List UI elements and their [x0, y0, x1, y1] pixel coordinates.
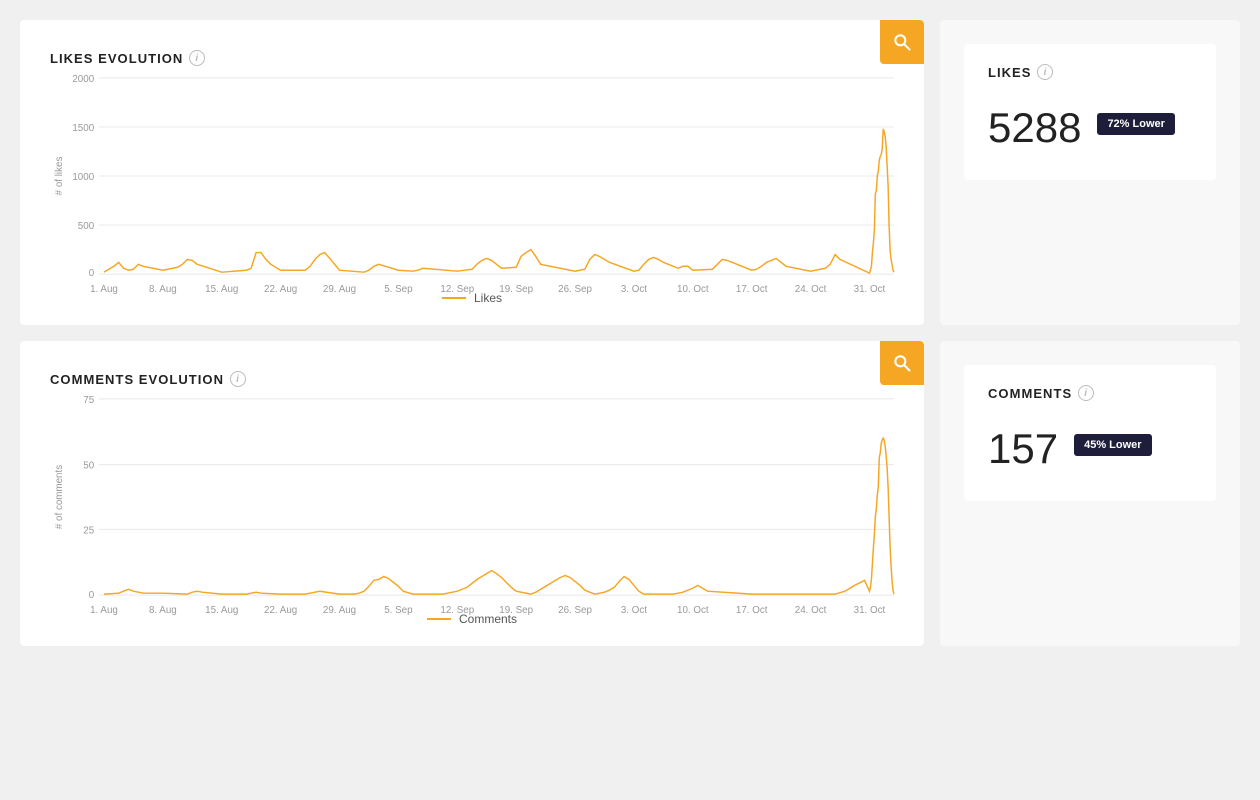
svg-text:# of comments: # of comments: [54, 465, 65, 529]
svg-text:29. Aug: 29. Aug: [323, 284, 356, 295]
comments-stats-value-row: 157 45% Lower: [988, 409, 1192, 481]
svg-text:# of likes: # of likes: [54, 157, 65, 196]
svg-text:17. Oct: 17. Oct: [736, 284, 768, 295]
comments-chart-area: 75 50 25 0 # of comments 1. Aug 8. Aug 1…: [50, 397, 894, 602]
likes-count: 5288: [988, 104, 1081, 152]
svg-text:8. Aug: 8. Aug: [149, 284, 177, 295]
likes-chart-svg: 2000 1500 1000 500 0 # of likes 1. Aug 8…: [50, 76, 894, 276]
likes-stats-inner: LIKES i 5288 72% Lower: [964, 44, 1216, 180]
svg-text:1. Aug: 1. Aug: [90, 605, 118, 616]
svg-text:17. Oct: 17. Oct: [736, 605, 768, 616]
svg-text:22. Aug: 22. Aug: [264, 605, 297, 616]
likes-chart-area: 2000 1500 1000 500 0 # of likes 1. Aug 8…: [50, 76, 894, 281]
comments-count: 157: [988, 425, 1058, 473]
svg-text:12. Sep: 12. Sep: [440, 605, 474, 616]
comments-chart-panel: COMMENTS EVOLUTION i 75 50: [20, 341, 924, 646]
svg-text:31. Oct: 31. Oct: [854, 284, 886, 295]
likes-stats-label: LIKES: [988, 65, 1031, 80]
likes-title-text: LIKES EVOLUTION: [50, 51, 183, 66]
likes-badge: 72% Lower: [1097, 113, 1174, 135]
comments-row: COMMENTS EVOLUTION i 75 50: [20, 341, 1240, 646]
likes-stats-value-row: 5288 72% Lower: [988, 88, 1192, 160]
svg-text:75: 75: [83, 395, 94, 406]
comments-title-text: COMMENTS EVOLUTION: [50, 372, 224, 387]
svg-text:0: 0: [89, 590, 95, 601]
svg-text:24. Oct: 24. Oct: [795, 284, 827, 295]
likes-row: LIKES EVOLUTION i: [20, 20, 1240, 325]
svg-text:0: 0: [89, 268, 95, 279]
likes-stats-panel: LIKES i 5288 72% Lower: [940, 20, 1240, 325]
comments-legend-line: [427, 618, 451, 620]
svg-text:24. Oct: 24. Oct: [795, 605, 827, 616]
svg-text:3. Oct: 3. Oct: [621, 605, 647, 616]
svg-text:22. Aug: 22. Aug: [264, 284, 297, 295]
svg-text:5. Sep: 5. Sep: [384, 605, 413, 616]
svg-text:5. Sep: 5. Sep: [384, 284, 413, 295]
svg-text:19. Sep: 19. Sep: [499, 284, 533, 295]
svg-text:1500: 1500: [72, 123, 94, 134]
likes-stats-title: LIKES i: [988, 64, 1192, 80]
comments-stats-panel: COMMENTS i 157 45% Lower: [940, 341, 1240, 646]
likes-search-icon: [892, 32, 912, 52]
svg-text:19. Sep: 19. Sep: [499, 605, 533, 616]
svg-text:8. Aug: 8. Aug: [149, 605, 177, 616]
svg-text:50: 50: [83, 461, 94, 472]
comments-badge: 45% Lower: [1074, 434, 1151, 456]
comments-zoom-button[interactable]: [880, 341, 924, 385]
likes-info-icon[interactable]: i: [189, 50, 205, 66]
svg-text:2000: 2000: [72, 74, 94, 85]
comments-chart-title: COMMENTS EVOLUTION i: [50, 371, 894, 387]
svg-text:10. Oct: 10. Oct: [677, 284, 709, 295]
svg-text:15. Aug: 15. Aug: [205, 284, 238, 295]
svg-text:12. Sep: 12. Sep: [440, 284, 474, 295]
svg-text:500: 500: [78, 221, 95, 232]
svg-text:3. Oct: 3. Oct: [621, 284, 647, 295]
likes-chart-panel: LIKES EVOLUTION i: [20, 20, 924, 325]
comments-info-icon[interactable]: i: [230, 371, 246, 387]
likes-chart-title: LIKES EVOLUTION i: [50, 50, 894, 66]
comments-stats-inner: COMMENTS i 157 45% Lower: [964, 365, 1216, 501]
likes-legend-label: Likes: [474, 291, 502, 305]
svg-text:29. Aug: 29. Aug: [323, 605, 356, 616]
svg-text:26. Sep: 26. Sep: [558, 284, 592, 295]
svg-text:15. Aug: 15. Aug: [205, 605, 238, 616]
svg-text:26. Sep: 26. Sep: [558, 605, 592, 616]
comments-stats-label: COMMENTS: [988, 386, 1072, 401]
comments-search-icon: [892, 353, 912, 373]
svg-text:31. Oct: 31. Oct: [854, 605, 886, 616]
comments-stats-title: COMMENTS i: [988, 385, 1192, 401]
svg-text:10. Oct: 10. Oct: [677, 605, 709, 616]
svg-text:1000: 1000: [72, 172, 94, 183]
likes-legend-line: [442, 297, 466, 299]
likes-zoom-button[interactable]: [880, 20, 924, 64]
likes-stats-info-icon[interactable]: i: [1037, 64, 1053, 80]
main-layout: LIKES EVOLUTION i: [0, 0, 1260, 800]
svg-text:25: 25: [83, 525, 94, 536]
comments-stats-info-icon[interactable]: i: [1078, 385, 1094, 401]
svg-text:1. Aug: 1. Aug: [90, 284, 118, 295]
comments-chart-svg: 75 50 25 0 # of comments 1. Aug 8. Aug 1…: [50, 397, 894, 597]
